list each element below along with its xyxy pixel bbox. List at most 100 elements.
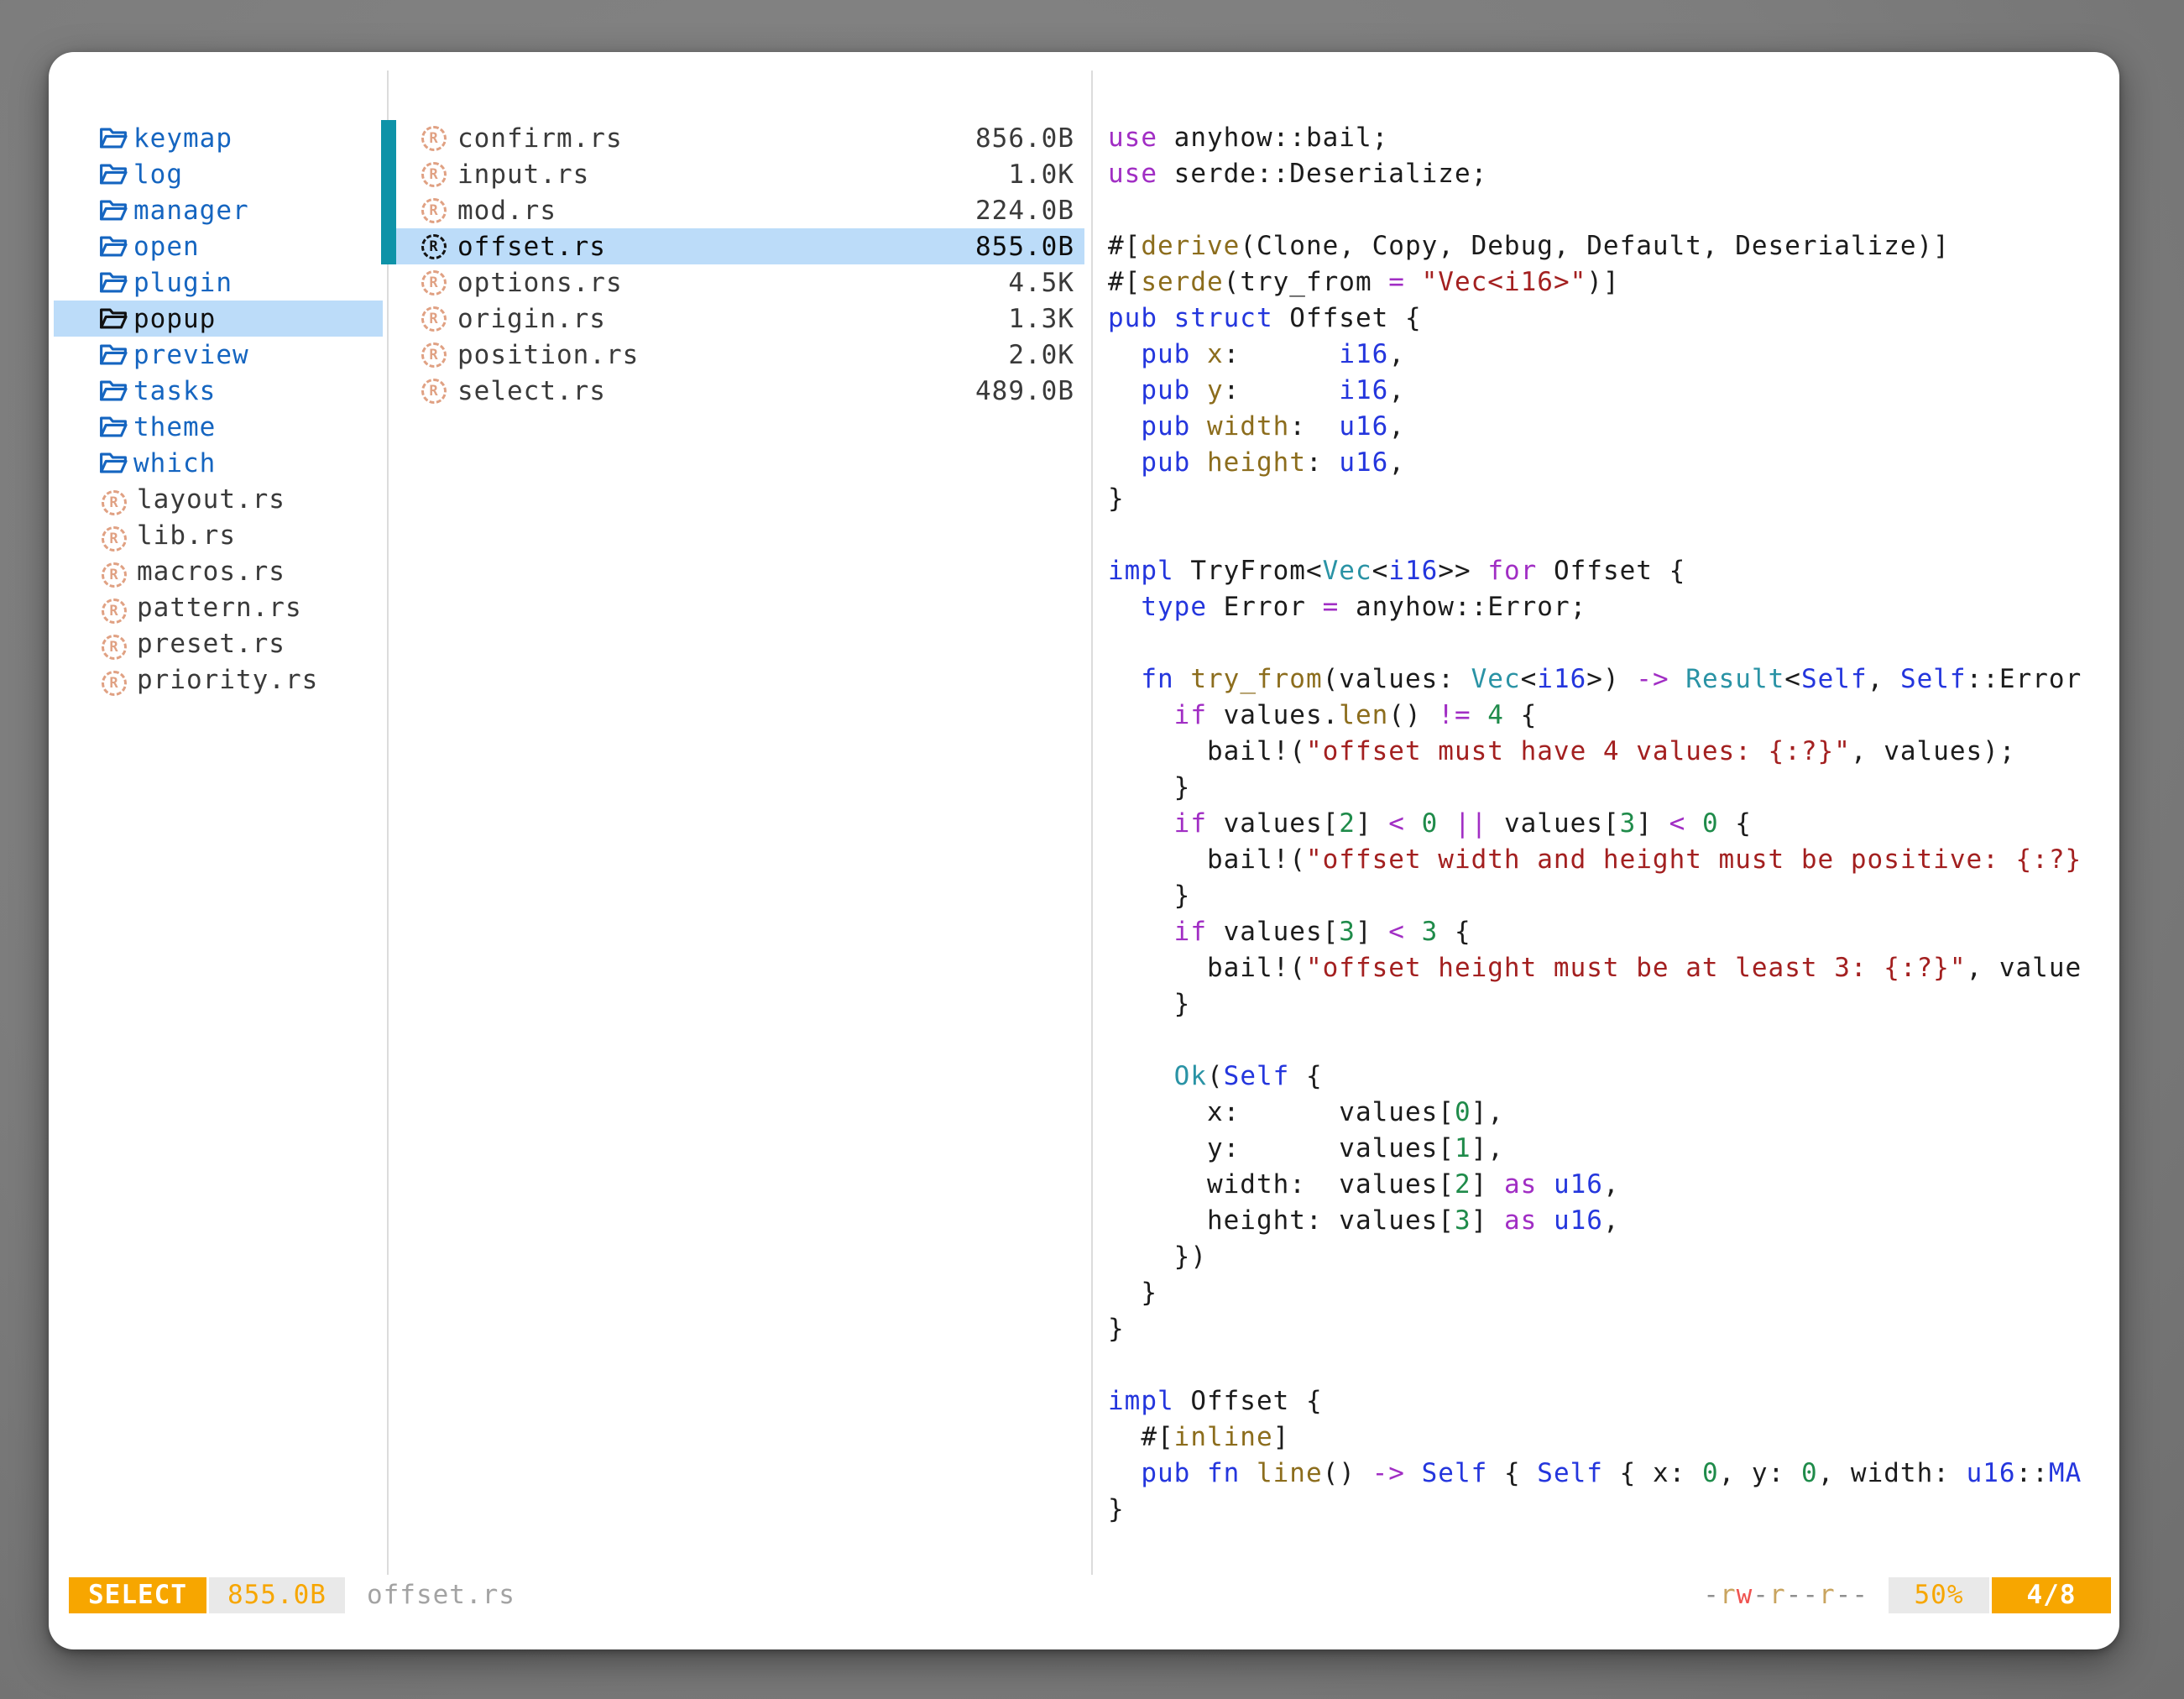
permissions-text: -rw-r--r-- <box>1703 1577 1868 1613</box>
rust-file-icon: R <box>102 599 127 624</box>
file-name: position.rs <box>457 340 1008 370</box>
code-line: y: values[1], <box>1108 1131 2106 1167</box>
sidebar-item-layout-rs[interactable]: Rlayout.rs <box>54 481 383 517</box>
file-size: 855.0B <box>975 232 1074 262</box>
folder-icon <box>99 198 128 222</box>
file-name: input.rs <box>457 159 1008 190</box>
item-label: lib.rs <box>137 520 236 551</box>
mode-badge: SELECT <box>69 1577 206 1613</box>
status-left: SELECT 855.0B offset.rs <box>69 1577 515 1613</box>
sidebar-item-log[interactable]: log <box>54 156 383 192</box>
file-row-select-rs[interactable]: Rselect.rs489.0B <box>396 373 1084 409</box>
sidebar-item-lib-rs[interactable]: Rlib.rs <box>54 517 383 553</box>
code-line <box>1108 517 2106 553</box>
item-label: preset.rs <box>137 629 285 659</box>
hovered-filename: offset.rs <box>367 1577 515 1613</box>
item-label: plugin <box>133 268 233 298</box>
rust-file-icon: R <box>421 342 447 368</box>
code-line: #[serde(try_from = "Vec<i16>")] <box>1108 264 2106 301</box>
sidebar-item-theme[interactable]: theme <box>54 409 383 445</box>
file-size: 4.5K <box>1008 268 1074 298</box>
yazi-window: keymaplog manager open pluginpopuppreview ta… <box>49 52 2119 1649</box>
cursor-position-badge: 4/8 <box>1992 1577 2111 1613</box>
code-line: } <box>1108 481 2106 517</box>
file-row-mod-rs[interactable]: Rmod.rs224.0B <box>396 192 1084 228</box>
item-label: layout.rs <box>137 484 285 515</box>
preview-divider <box>1091 71 1093 1575</box>
code-line: if values[2] < 0 || values[3] < 0 { <box>1108 806 2106 842</box>
code-line: } <box>1108 1275 2106 1311</box>
sidebar-item-priority-rs[interactable]: Rpriority.rs <box>54 661 383 698</box>
item-label: macros.rs <box>137 557 285 587</box>
file-name: select.rs <box>457 376 975 406</box>
code-line: if values.len() != 4 { <box>1108 698 2106 734</box>
rust-file-icon: R <box>102 562 127 588</box>
rust-file-icon: R <box>102 526 127 552</box>
file-size: 2.0K <box>1008 340 1074 370</box>
rust-file-icon: R <box>421 126 447 151</box>
code-line <box>1108 1022 2106 1059</box>
current-pane: Rconfirm.rs856.0BRinput.rs1.0KRmod.rs224… <box>396 120 1084 409</box>
code-line: impl Offset { <box>1108 1383 2106 1419</box>
code-line: } <box>1108 770 2106 806</box>
sidebar-divider <box>387 71 389 1575</box>
code-line <box>1108 192 2106 228</box>
item-label: tasks <box>133 376 216 406</box>
file-size: 1.0K <box>1008 159 1074 190</box>
rust-file-icon: R <box>421 306 447 332</box>
sidebar-item-manager[interactable]: manager <box>54 192 383 228</box>
sidebar-item-tasks[interactable]: tasks <box>54 373 383 409</box>
sidebar-item-macros-rs[interactable]: Rmacros.rs <box>54 553 383 589</box>
code-line: } <box>1108 878 2106 914</box>
item-label: manager <box>133 196 249 226</box>
status-right: -rw-r--r-- 50% 4/8 <box>1703 1577 2111 1613</box>
file-row-origin-rs[interactable]: Rorigin.rs1.3K <box>396 301 1084 337</box>
code-line: #[inline] <box>1108 1419 2106 1456</box>
file-row-position-rs[interactable]: Rposition.rs2.0K <box>396 337 1084 373</box>
item-label: pattern.rs <box>137 593 302 623</box>
code-line: pub width: u16, <box>1108 409 2106 445</box>
status-bar: SELECT 855.0B offset.rs -rw-r--r-- 50% 4… <box>49 1577 2119 1613</box>
file-row-offset-rs[interactable]: Roffset.rs855.0B <box>396 228 1084 264</box>
code-line: height: values[3] as u16, <box>1108 1203 2106 1239</box>
folder-icon <box>99 306 128 331</box>
preview-pane[interactable]: use anyhow::bail;use serde::Deserialize;… <box>1108 120 2106 1528</box>
folder-icon <box>99 162 128 186</box>
code-line <box>1108 625 2106 661</box>
code-line: pub struct Offset { <box>1108 301 2106 337</box>
code-line: pub fn line() -> Self { Self { x: 0, y: … <box>1108 1456 2106 1492</box>
rust-file-icon: R <box>421 198 447 223</box>
rust-file-icon: R <box>102 635 127 660</box>
file-row-confirm-rs[interactable]: Rconfirm.rs856.0B <box>396 120 1084 156</box>
item-label: preview <box>133 340 249 370</box>
code-line: Ok(Self { <box>1108 1059 2106 1095</box>
code-line: type Error = anyhow::Error; <box>1108 589 2106 625</box>
item-label: priority.rs <box>137 665 318 695</box>
rust-file-icon: R <box>54 484 137 515</box>
rust-file-icon: R <box>421 162 447 187</box>
sidebar-item-plugin[interactable]: plugin <box>54 264 383 301</box>
file-row-input-rs[interactable]: Rinput.rs1.0K <box>396 156 1084 192</box>
file-row-options-rs[interactable]: Roptions.rs4.5K <box>396 264 1084 301</box>
sidebar-item-keymap[interactable]: keymap <box>54 120 383 156</box>
scroll-percent-chip: 50% <box>1889 1577 1989 1613</box>
sidebar-item-popup[interactable]: popup <box>54 301 383 337</box>
sidebar-item-open[interactable]: open <box>54 228 383 264</box>
file-name: offset.rs <box>457 232 975 262</box>
code-line: fn try_from(values: Vec<i16>) -> Result<… <box>1108 661 2106 698</box>
file-size: 856.0B <box>975 123 1074 154</box>
sidebar-item-preset-rs[interactable]: Rpreset.rs <box>54 625 383 661</box>
code-line: pub y: i16, <box>1108 373 2106 409</box>
folder-icon <box>99 379 128 403</box>
code-line: pub height: u16, <box>1108 445 2106 481</box>
code-line: use anyhow::bail; <box>1108 120 2106 156</box>
sidebar-item-pattern-rs[interactable]: Rpattern.rs <box>54 589 383 625</box>
code-line: x: values[0], <box>1108 1095 2106 1131</box>
code-line <box>1108 1347 2106 1383</box>
sidebar-item-preview[interactable]: preview <box>54 337 383 373</box>
item-label: open <box>133 232 200 262</box>
code-line: impl TryFrom<Vec<i16>> for Offset { <box>1108 553 2106 589</box>
sidebar-item-which[interactable]: which <box>54 445 383 481</box>
folder-icon <box>99 234 128 259</box>
rust-file-icon: R <box>421 270 447 295</box>
